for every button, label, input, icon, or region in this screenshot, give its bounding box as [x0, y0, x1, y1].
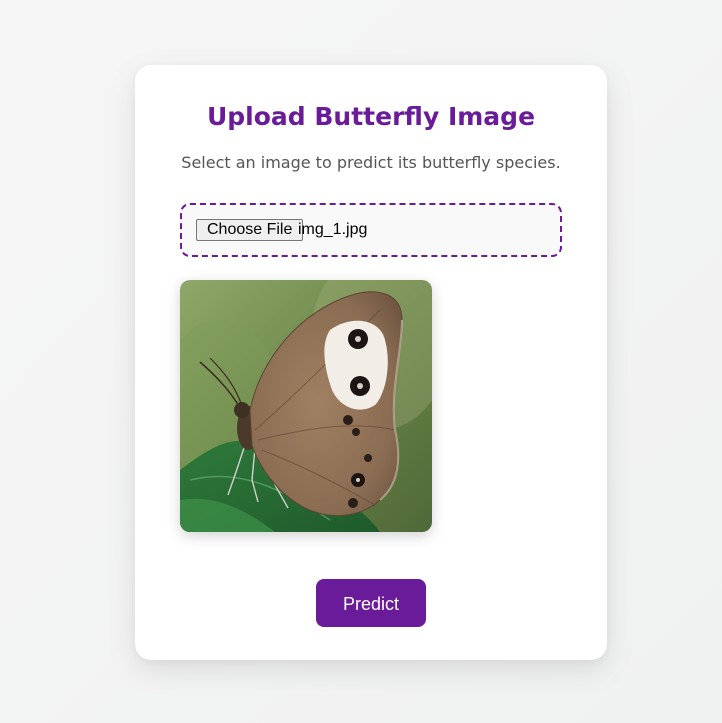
- file-upload-dropzone[interactable]: Choose File img_1.jpg: [180, 203, 562, 257]
- butterfly-photo-icon: [180, 280, 432, 532]
- page-title: Upload Butterfly Image: [206, 102, 536, 131]
- choose-file-button[interactable]: Choose File: [196, 219, 304, 241]
- page-subtitle: Select an image to predict its butterfly…: [181, 153, 561, 172]
- predict-button[interactable]: Predict: [316, 579, 426, 627]
- selected-file-name: img_1.jpg: [298, 221, 368, 238]
- upload-card: Upload Butterfly Image Select an image t…: [135, 65, 607, 660]
- image-preview: [180, 280, 432, 532]
